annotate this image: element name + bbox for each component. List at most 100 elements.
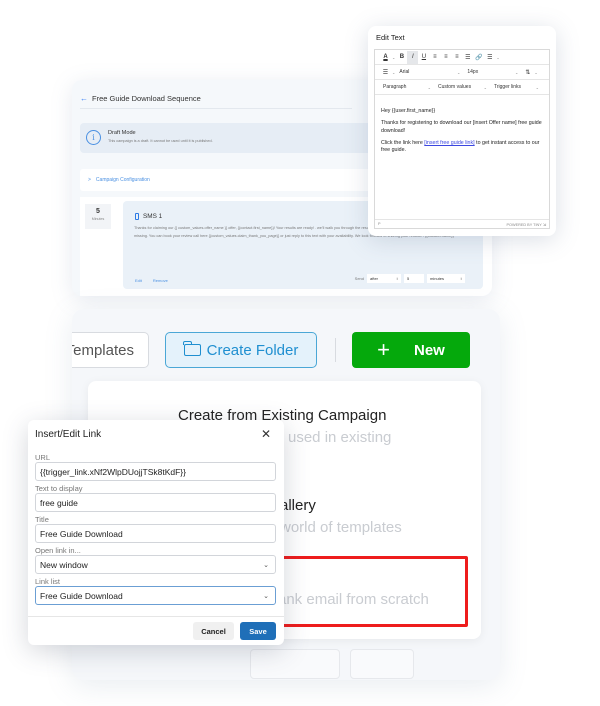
block-format-value: Paragraph [383, 84, 407, 90]
bold-button[interactable]: B [396, 51, 407, 64]
sms-title-text: SMS 1 [143, 213, 163, 220]
underline-button[interactable]: U [418, 51, 429, 64]
url-input[interactable]: {{trigger_link.xNf2WlpDUojjTSk8tKdF}} [35, 462, 276, 481]
dialog-footer-divider [28, 616, 284, 617]
chevron-down-icon[interactable]: ⌄ [534, 70, 537, 75]
arrow-left-icon[interactable]: ← [80, 94, 88, 103]
text-color-icon: A [383, 54, 388, 60]
bullet-list-icon[interactable]: ☰ [380, 66, 391, 79]
italic-button[interactable]: I [407, 50, 419, 64]
content-paragraph-1: Thanks for registering to download our [… [381, 120, 542, 134]
custom-values-menu[interactable]: Custom values ⌄ [435, 84, 491, 90]
chevron-down-icon: ⌄ [263, 561, 269, 569]
text-color-button[interactable]: A [380, 51, 391, 64]
content-link[interactable]: [insert free guide link] [424, 140, 474, 146]
content-paragraph-2: Click the link here [insert free guide l… [381, 140, 545, 155]
send-amount-value: 5 [407, 276, 410, 281]
dialog-title: Insert/Edit Link [35, 429, 102, 440]
sms-actions: Edit Remove [135, 278, 168, 283]
toolbar-row-1: A ⌄ B I U ≡ ≡ ≡ ☰ 🔗 ☰ ⌄ [375, 50, 549, 65]
info-icon: i [86, 130, 101, 145]
chevron-down-icon: ⌄ [263, 592, 269, 600]
send-timing: Send after ↕ 5 minutes ↕ [355, 274, 465, 283]
delay-unit: Minutes [91, 217, 105, 221]
insert-edit-link-dialog: Insert/Edit Link ✕ URL {{trigger_link.xN… [28, 420, 284, 645]
new-button[interactable]: + New [352, 332, 470, 368]
text-to-display-label: Text to display [35, 484, 83, 493]
templates-button-label: Templates [72, 341, 134, 359]
template-gallery-subtitle: world of templates [280, 519, 402, 536]
remove-link[interactable]: Remove [153, 278, 168, 283]
title-label: Title [35, 515, 49, 524]
rich-text-editor: A ⌄ B I U ≡ ≡ ≡ ☰ 🔗 ☰ ⌄ ☰ ⌄ Arial ⌄ 14px ⌄… [374, 49, 550, 229]
footer-button[interactable] [350, 649, 414, 679]
folder-icon [182, 341, 201, 356]
chevron-down-icon: ⌄ [457, 69, 461, 75]
send-unit-select[interactable]: minutes ↕ [427, 274, 465, 283]
template-gallery-title[interactable]: allery [280, 497, 316, 514]
open-link-in-value: New window [40, 559, 88, 570]
edit-text-panel: Edit Text A ⌄ B I U ≡ ≡ ≡ ☰ 🔗 ☰ ⌄ ☰ ⌄ Ar… [368, 26, 556, 236]
close-icon[interactable]: ✕ [261, 427, 271, 441]
blank-email-subtitle: ank email from scratch [278, 591, 429, 608]
campaign-header: ← Free Guide Download Sequence [80, 94, 201, 103]
send-when-value: after [370, 276, 379, 281]
title-input[interactable]: Free Guide Download [35, 524, 276, 543]
toolbar-row-2: ☰ ⌄ Arial ⌄ 14px ⌄ ⇅ ⌄ [375, 65, 549, 80]
content-greeting: Hey {{user.first_name}} [381, 108, 436, 114]
updown-icon: ↕ [396, 276, 398, 281]
title-value: Free Guide Download [40, 528, 123, 539]
align-right-icon[interactable]: ≡ [451, 51, 462, 64]
link-list-select[interactable]: Free Guide Download ⌄ [35, 586, 276, 605]
numbered-list-icon[interactable]: ☰ [484, 51, 495, 64]
url-value: {{trigger_link.xNf2WlpDUojjTSk8tKdF}} [40, 466, 186, 477]
toolbar-row-3: Paragraph ⌄ Custom values ⌄ Trigger links ⌄ [375, 80, 549, 95]
custom-values-label: Custom values [438, 84, 472, 90]
font-family-value: Arial [399, 69, 410, 75]
chevron-down-icon[interactable]: ⌄ [392, 55, 395, 60]
powered-by-label: POWERED BY TINY ⇲ [507, 222, 547, 227]
chevron-down-icon[interactable]: ⌄ [392, 70, 395, 75]
element-path[interactable]: P [378, 222, 381, 226]
campaign-configuration-toggle[interactable]: > Campaign Configuration [80, 169, 372, 191]
create-folder-label: Create Folder [206, 341, 299, 359]
phone-icon [135, 213, 139, 220]
plus-icon: + [377, 337, 390, 362]
header-divider [80, 108, 352, 109]
block-format-select[interactable]: Paragraph ⌄ [380, 84, 435, 90]
sms-title: SMS 1 [135, 213, 162, 220]
text-to-display-value: free guide [40, 497, 78, 508]
send-label: Send [354, 276, 364, 281]
text-to-display-input[interactable]: free guide [35, 493, 276, 512]
powered-by-text: POWERED BY TINY [506, 222, 542, 227]
editor-statusbar: P POWERED BY TINY ⇲ [375, 219, 549, 228]
align-center-icon[interactable]: ≡ [440, 51, 451, 64]
editor-content[interactable]: Hey {{user.first_name}} Thanks for regis… [381, 108, 545, 159]
cancel-button[interactable]: Cancel [193, 622, 234, 640]
font-size-value: 14px [467, 69, 479, 75]
send-amount-input[interactable]: 5 [404, 274, 424, 283]
trigger-links-menu[interactable]: Trigger links ⌄ [491, 84, 543, 90]
resize-handle-icon[interactable]: ⇲ [543, 223, 546, 227]
align-justify-icon[interactable]: ☰ [462, 51, 473, 64]
edit-link[interactable]: Edit [135, 278, 142, 283]
send-when-select[interactable]: after ↕ [367, 274, 401, 283]
font-size-select[interactable]: 14px ⌄ [464, 69, 522, 75]
url-label: URL [35, 453, 51, 462]
font-family-select[interactable]: Arial ⌄ [396, 69, 464, 75]
footer-button[interactable] [250, 649, 340, 679]
line-height-icon[interactable]: ⇅ [522, 66, 533, 79]
draft-title: Draft Mode [108, 130, 136, 136]
align-left-icon[interactable]: ≡ [429, 51, 440, 64]
open-link-in-select[interactable]: New window ⌄ [35, 555, 276, 574]
link-icon[interactable]: 🔗 [473, 51, 484, 64]
chevron-down-icon[interactable]: ⌄ [496, 55, 499, 60]
draft-mode-banner: i Draft Mode This campaign is a draft. I… [80, 123, 372, 153]
create-folder-button[interactable]: Create Folder [165, 332, 317, 368]
open-link-in-label: Open link in... [35, 546, 81, 555]
save-button[interactable]: Save [240, 622, 276, 640]
updown-icon: ↕ [460, 276, 462, 281]
delay-value: 5 [96, 208, 100, 215]
templates-button[interactable]: Templates [72, 332, 149, 368]
delay-badge: 5 Minutes [85, 204, 111, 229]
